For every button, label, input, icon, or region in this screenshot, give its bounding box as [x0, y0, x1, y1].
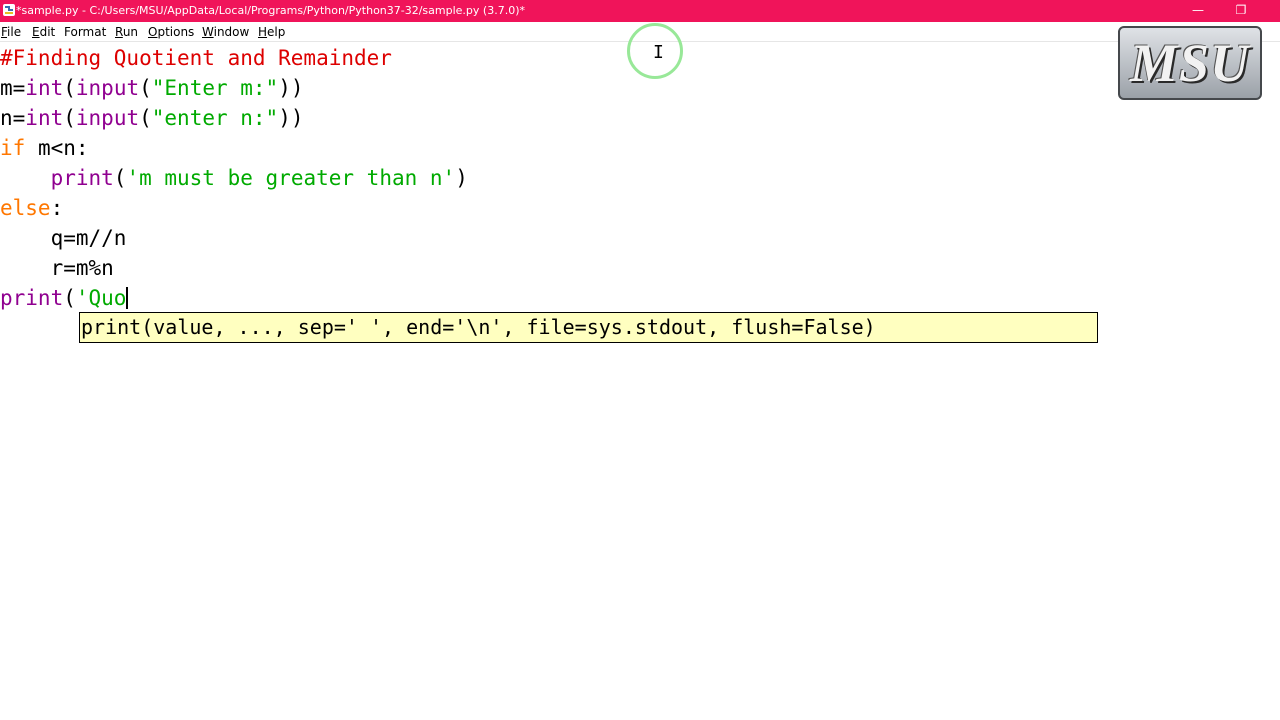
- builtin-token: input: [75, 106, 140, 130]
- string-token: "Enter m:": [151, 76, 279, 100]
- code-line-9[interactable]: print('Quo: [0, 283, 129, 313]
- code-line-3[interactable]: n=int(input("enter n:")): [0, 103, 304, 133]
- string-token: 'Quo: [75, 286, 127, 310]
- menu-run[interactable]: Run: [115, 25, 138, 39]
- menu-help[interactable]: Help: [258, 25, 285, 39]
- menu-file[interactable]: File: [1, 25, 21, 39]
- builtin-token: int: [25, 76, 64, 100]
- calltip-text: print(value, ..., sep=' ', end='\n', fil…: [81, 315, 876, 339]
- code-line-8[interactable]: r=m%n: [0, 253, 114, 283]
- builtin-token: int: [25, 106, 64, 130]
- string-token: "enter n:": [151, 106, 279, 130]
- msu-logo: MSU: [1118, 26, 1262, 100]
- builtin-token: print: [0, 286, 64, 310]
- keyword-token: if: [0, 136, 26, 160]
- title-bar: *sample.py - C:/Users/MSU/AppData/Local/…: [0, 0, 1280, 22]
- menu-options[interactable]: Options: [148, 25, 194, 39]
- code-editor[interactable]: [0, 42, 1280, 720]
- keyword-token: else: [0, 196, 51, 220]
- python-idle-icon: [3, 4, 15, 16]
- window-title: *sample.py - C:/Users/MSU/AppData/Local/…: [16, 4, 525, 17]
- calltip-tooltip: print(value, ..., sep=' ', end='\n', fil…: [79, 312, 1098, 343]
- minimize-icon[interactable]: —: [1186, 2, 1210, 18]
- menu-edit[interactable]: Edit: [32, 25, 55, 39]
- code-line-6[interactable]: else:: [0, 193, 63, 223]
- comment-token: #Finding Quotient and Remainder: [0, 46, 392, 70]
- builtin-token: input: [75, 76, 140, 100]
- code-line-4[interactable]: if m<n:: [0, 133, 89, 163]
- builtin-token: print: [50, 166, 114, 190]
- ibeam-cursor-icon: I: [653, 42, 664, 63]
- restore-icon[interactable]: ❐: [1229, 2, 1253, 18]
- string-token: 'm must be greater than n': [126, 166, 456, 190]
- code-line-5[interactable]: print('m must be greater than n'): [0, 163, 468, 193]
- code-line-7[interactable]: q=m//n: [0, 223, 127, 253]
- menu-window[interactable]: Window: [202, 25, 249, 39]
- menu-format[interactable]: Format: [64, 25, 106, 39]
- logo-text: MSU: [1129, 33, 1251, 93]
- code-line-2[interactable]: m=int(input("Enter m:")): [0, 73, 304, 103]
- text-cursor: [126, 287, 129, 309]
- code-line-1[interactable]: #Finding Quotient and Remainder: [0, 43, 392, 73]
